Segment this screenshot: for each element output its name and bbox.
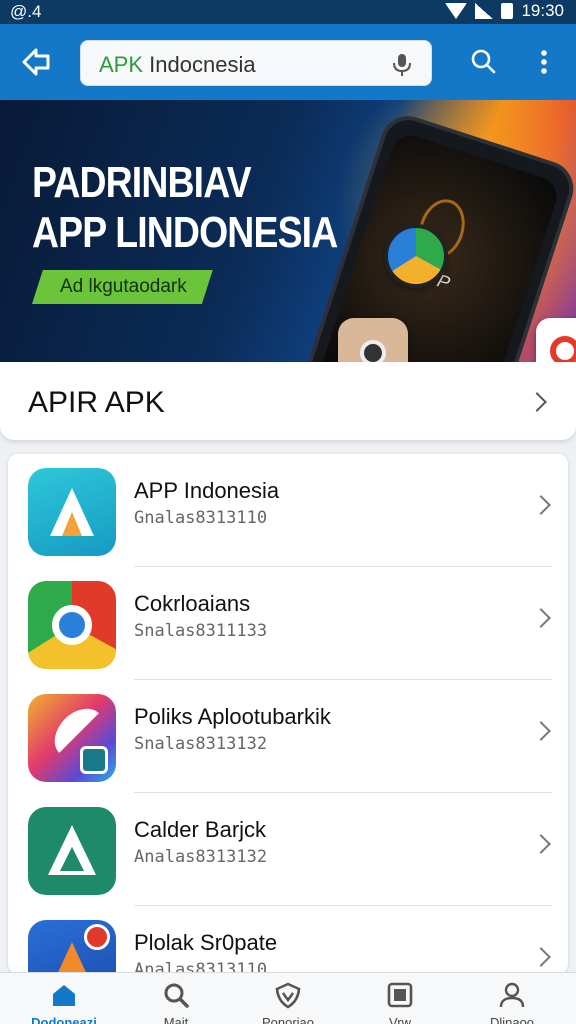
chevron-right-icon (531, 947, 551, 967)
nav-label: Ponoriao (261, 1015, 315, 1024)
notification-app-icon (28, 920, 116, 974)
search-icon[interactable] (466, 44, 502, 80)
status-left-text: @.4 (10, 2, 42, 21)
list-item[interactable]: APP Indonesia Gnalas8313110 (8, 454, 568, 567)
chevron-right-icon (531, 608, 551, 628)
status-right: 19:30 (445, 1, 564, 21)
search-input[interactable]: APK Indocnesia (80, 40, 432, 86)
nav-tab-shield[interactable]: Ponoriao (238, 973, 338, 1024)
list-item[interactable]: Poliks Aplootubarkik Snalas8313132 (8, 680, 568, 793)
banner-title-line2: APP LINDONESIA (32, 208, 338, 257)
chevron-right-icon (531, 721, 551, 741)
search-icon (164, 983, 189, 1008)
search-value: APK Indocnesia (99, 52, 256, 78)
more-options-icon[interactable] (526, 44, 562, 80)
nav-label: Vrw (389, 1015, 411, 1024)
nav-label: Dodoneazi (31, 1015, 97, 1024)
status-time: 19:30 (521, 1, 564, 20)
banner-tag: Ad lkgutaodark (32, 270, 213, 304)
app-list: APP Indonesia Gnalas8313110 Cokrloaians … (8, 454, 568, 974)
chevron-right-icon (527, 392, 547, 412)
banner-title-line1: PADRINBIAV (32, 158, 252, 207)
battery-icon (501, 3, 514, 19)
app-subtitle: Gnalas8313110 (134, 508, 268, 528)
nav-tab-home[interactable]: Dodoneazi (14, 973, 114, 1024)
feather-app-icon (28, 694, 116, 782)
profile-icon (499, 982, 525, 1008)
banner-title: PADRINBIAV APP LINDONESIA (32, 158, 338, 258)
app-name: Plolak Sr0pate (134, 930, 278, 955)
search-query: Indocnesia (149, 52, 256, 77)
chevron-right-icon (531, 834, 551, 854)
signal-icon (475, 3, 494, 19)
app-subtitle: Snalas8311133 (134, 621, 268, 641)
shield-icon (275, 982, 301, 1009)
nav-label: Dlinaoo (489, 1015, 535, 1024)
chevron-right-icon (531, 495, 551, 515)
red-app-icon (536, 318, 576, 362)
drive-icon (384, 224, 448, 288)
camera-icon (338, 318, 408, 362)
nav-tab-profile[interactable]: Dlinaoo (462, 973, 562, 1024)
nav-label: Mait (163, 1015, 189, 1024)
home-icon (53, 985, 75, 1006)
app-name: Poliks Aplootubarkik (134, 704, 331, 729)
list-item[interactable]: Plolak Sr0pate Analas8313110 (8, 906, 568, 974)
nav-tab-view[interactable]: Vrw (350, 973, 450, 1024)
status-bar: @.4 19:30 (0, 0, 576, 24)
section-header[interactable]: APIR APK (0, 362, 576, 440)
app-name: Calder Barjck (134, 817, 267, 842)
back-arrow-icon[interactable] (16, 42, 56, 82)
red-ring (550, 336, 576, 362)
list-item[interactable]: Calder Barjck Analas8313132 (8, 793, 568, 906)
bottom-navigation: Dodoneazi Mait Ponoriao Vrw Dlinaoo (0, 972, 576, 1024)
app-indonesia-icon (28, 468, 116, 556)
wifi-icon (445, 3, 468, 19)
promo-banner[interactable]: PADRINBIAV APP LINDONESIA Ad lkgutaodark… (0, 100, 576, 362)
app-icon (387, 982, 413, 1008)
app-name: Cokrloaians (134, 591, 251, 616)
microphone-icon[interactable] (389, 51, 415, 77)
list-item[interactable]: Cokrloaians Snalas8311133 (8, 567, 568, 680)
search-prefix: APK (99, 52, 144, 77)
camera-lens (360, 340, 386, 362)
app-subtitle: Analas8313132 (134, 847, 268, 867)
triangle-app-icon (28, 807, 116, 895)
section-title: APIR APK (28, 386, 165, 419)
app-name: APP Indonesia (134, 478, 280, 503)
nav-tab-search[interactable]: Mait (126, 973, 226, 1024)
app-bar: APK Indocnesia (0, 24, 576, 100)
chrome-like-icon (28, 581, 116, 669)
app-subtitle: Snalas8313132 (134, 734, 268, 754)
